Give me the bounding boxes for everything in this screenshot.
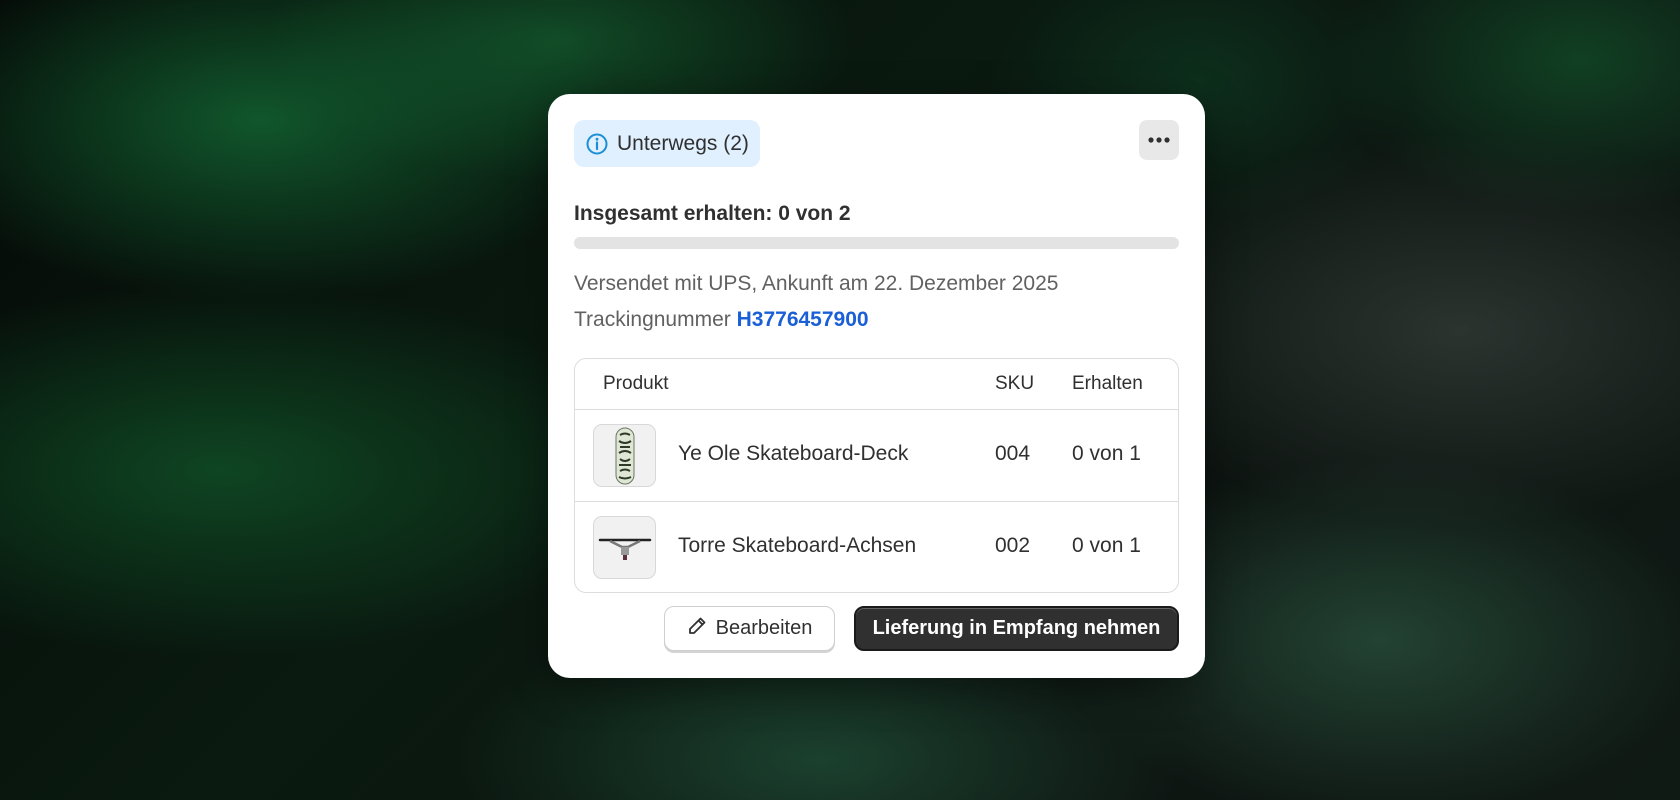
skateboard-truck-icon xyxy=(593,516,656,579)
table-row[interactable]: Torre Skateboard-Achsen 002 0 von 1 xyxy=(575,501,1178,592)
receive-delivery-button-label: Lieferung in Empfang nehmen xyxy=(872,617,1161,639)
received-progress-bar xyxy=(574,237,1179,249)
skateboard-deck-icon xyxy=(593,424,656,487)
column-header-product: Produkt xyxy=(603,373,669,394)
tracking-label: Trackingnummer xyxy=(574,308,731,331)
product-name: Torre Skateboard-Achsen xyxy=(678,534,917,557)
product-received: 0 von 1 xyxy=(1072,534,1141,557)
tracking-line: Trackingnummer H3776457900 xyxy=(574,308,869,332)
more-actions-button[interactable] xyxy=(1139,120,1179,160)
tracking-number-link[interactable]: H3776457900 xyxy=(737,308,869,331)
more-horizontal-icon xyxy=(1147,131,1171,149)
edit-button-label: Bearbeiten xyxy=(715,617,813,639)
column-header-received: Erhalten xyxy=(1072,373,1143,394)
info-icon xyxy=(585,132,609,156)
product-sku: 004 xyxy=(995,442,1031,465)
pencil-icon xyxy=(687,616,707,642)
product-sku: 002 xyxy=(995,534,1031,557)
table-row[interactable]: Ye Ole Skateboard-Deck 004 0 von 1 xyxy=(575,410,1178,501)
carrier-info: Versendet mit UPS, Ankunft am 22. Dezemb… xyxy=(574,272,1059,295)
product-received: 0 von 1 xyxy=(1072,442,1141,465)
status-badge-label: Unterwegs (2) xyxy=(617,131,749,155)
receive-delivery-button[interactable]: Lieferung in Empfang nehmen xyxy=(854,606,1179,651)
column-header-sku: SKU xyxy=(995,373,1035,394)
products-table: Produkt SKU Erhalten Ye Ole Skateboard-D… xyxy=(574,358,1179,593)
product-name: Ye Ole Skateboard-Deck xyxy=(678,442,909,465)
received-total: Insgesamt erhalten: 0 von 2 xyxy=(574,202,851,225)
table-header: Produkt SKU Erhalten xyxy=(575,359,1178,410)
shipment-card: Unterwegs (2) Insgesamt erhalten: 0 von … xyxy=(548,94,1205,678)
status-badge: Unterwegs (2) xyxy=(574,120,760,167)
edit-button[interactable]: Bearbeiten xyxy=(664,606,835,651)
